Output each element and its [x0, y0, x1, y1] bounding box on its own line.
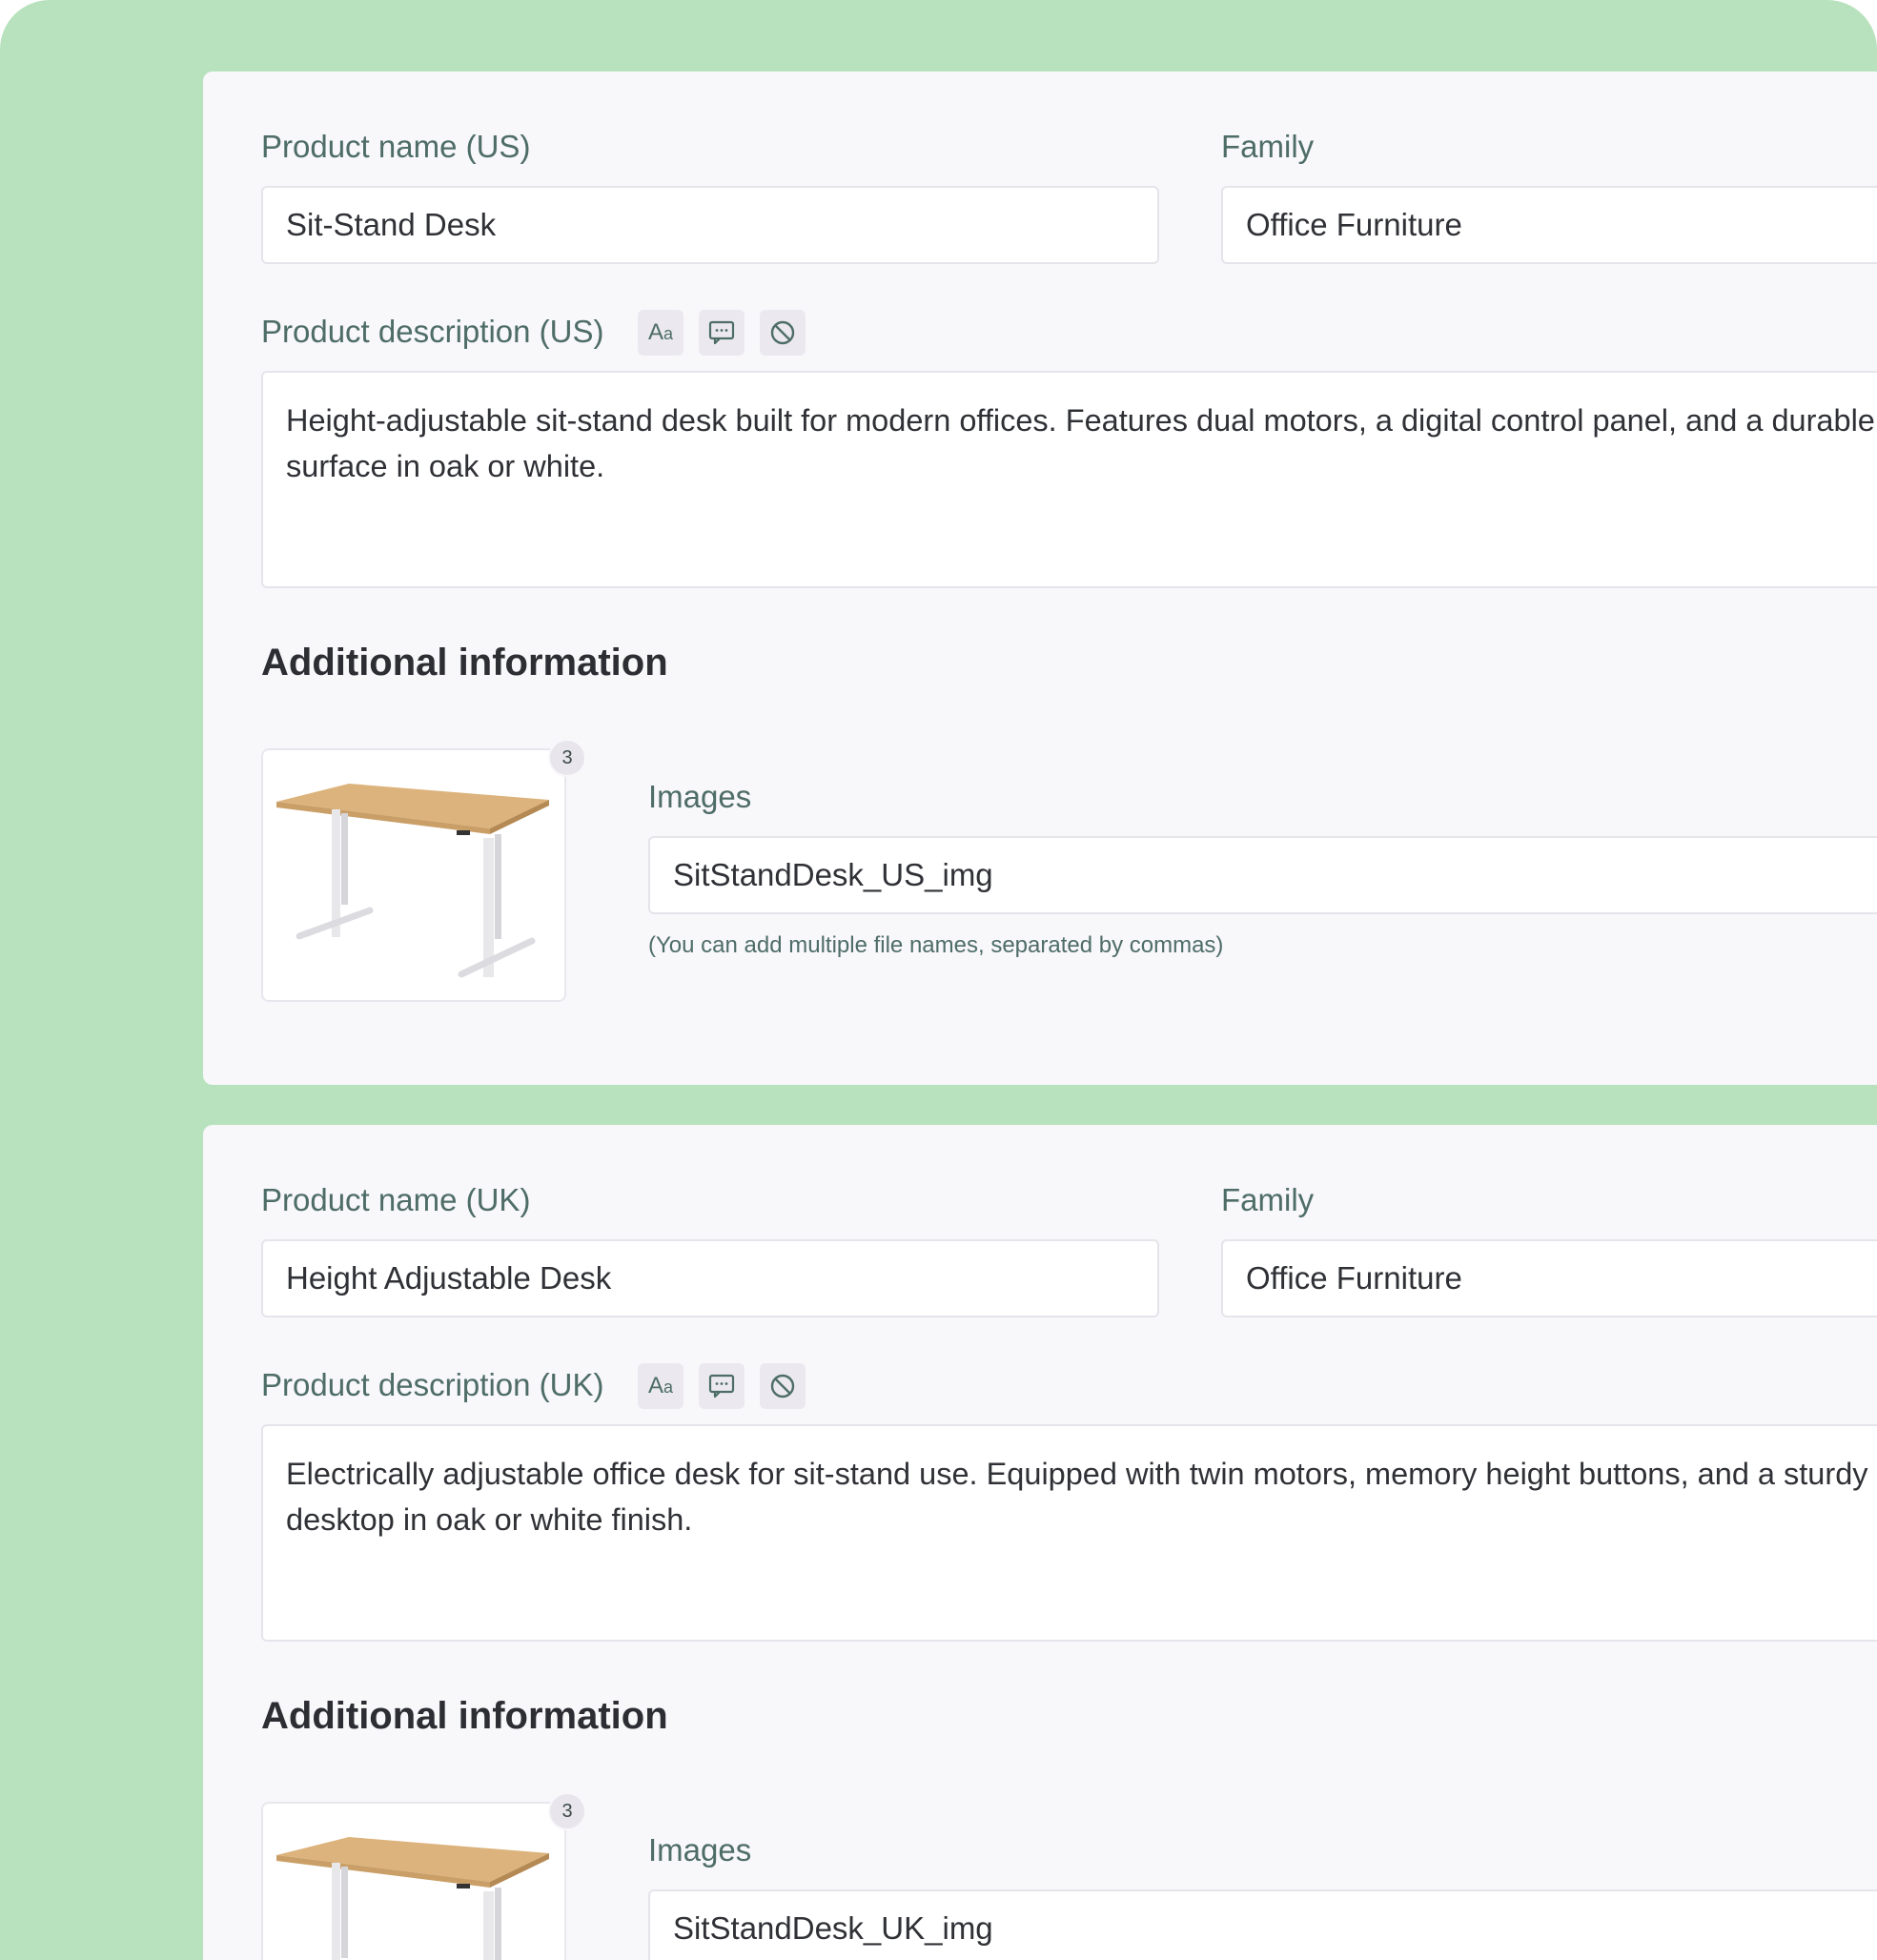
text-format-icon: Aa	[647, 319, 674, 345]
images-input[interactable]: SitStandDesk_US_img	[648, 836, 1877, 914]
disable-button[interactable]	[760, 1363, 806, 1409]
comment-icon	[708, 320, 735, 345]
family-input[interactable]: Office Furniture	[1221, 1239, 1877, 1317]
family-label: Family	[1221, 129, 1315, 164]
product-name-label: Product name (US)	[261, 129, 531, 164]
images-label: Images	[648, 1832, 752, 1868]
images-input[interactable]: SitStandDesk_UK_img	[648, 1889, 1877, 1960]
text-format-button[interactable]: Aa	[638, 310, 683, 356]
product-name-input[interactable]: Sit-Stand Desk	[261, 186, 1159, 264]
product-description-textarea[interactable]: Electrically adjustable office desk for …	[261, 1424, 1877, 1642]
product-description-label: Product description (UK)	[261, 1367, 604, 1402]
family-label: Family	[1221, 1182, 1315, 1217]
disable-icon	[770, 320, 795, 345]
product-panel-us: Product name (US) Sit-Stand Desk Family …	[203, 71, 1877, 1085]
desk-image	[276, 784, 549, 978]
text-format-icon: Aa	[647, 1373, 674, 1399]
product-image-thumbnail[interactable]	[261, 748, 566, 1002]
family-input[interactable]: Office Furniture	[1221, 186, 1877, 264]
disable-button[interactable]	[760, 310, 806, 356]
additional-information-heading: Additional information	[261, 642, 668, 684]
product-image-thumbnail[interactable]	[261, 1802, 566, 1960]
additional-information-heading: Additional information	[261, 1695, 668, 1737]
product-description-textarea[interactable]: Height-adjustable sit-stand desk built f…	[261, 371, 1877, 588]
comment-button[interactable]	[699, 310, 745, 356]
images-hint: (You can add multiple file names, separa…	[648, 932, 1224, 958]
product-panel-uk: Product name (UK) Height Adjustable Desk…	[203, 1125, 1877, 1960]
product-description-label: Product description (US)	[261, 314, 604, 349]
product-name-label: Product name (UK)	[261, 1182, 531, 1217]
comment-icon	[708, 1374, 735, 1399]
product-name-input[interactable]: Height Adjustable Desk	[261, 1239, 1159, 1317]
images-label: Images	[648, 779, 752, 814]
image-count-badge: 3	[548, 739, 586, 777]
page-background: Product name (US) Sit-Stand Desk Family …	[0, 0, 1877, 1960]
comment-button[interactable]	[699, 1363, 745, 1409]
image-count-badge: 3	[548, 1792, 586, 1830]
disable-icon	[770, 1374, 795, 1399]
desk-image	[276, 1837, 549, 1960]
text-format-button[interactable]: Aa	[638, 1363, 683, 1409]
